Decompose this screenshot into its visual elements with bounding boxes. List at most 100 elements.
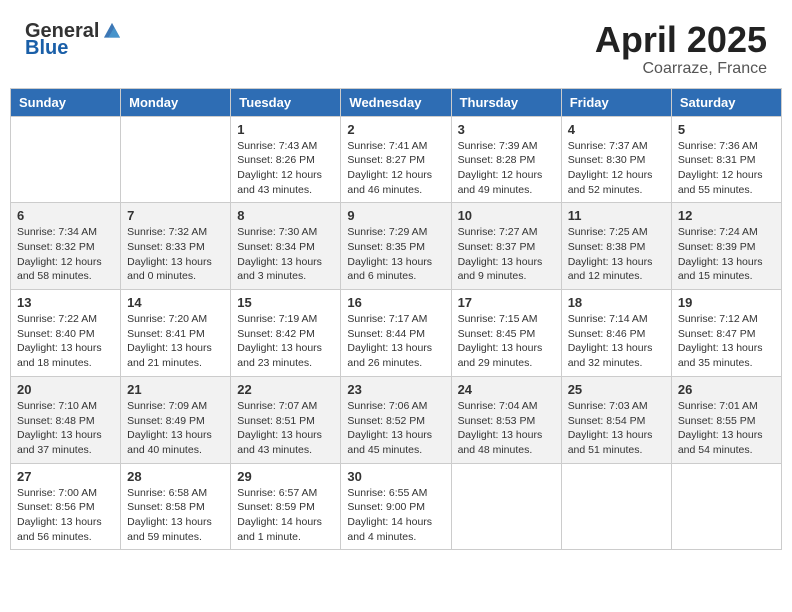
table-row: 5 Sunrise: 7:36 AM Sunset: 8:31 PM Daylig…: [671, 116, 781, 203]
table-row: 25 Sunrise: 7:03 AM Sunset: 8:54 PM Dayli…: [561, 376, 671, 463]
table-row: 22Sunrise: 7:07 AM Sunset: 8:51 PM Dayli…: [231, 376, 341, 463]
day-number: 4: [568, 122, 665, 137]
day-number: 27: [17, 469, 114, 484]
title-area: April 2025 Coarraze, France: [595, 20, 767, 78]
calendar-location: Coarraze, France: [595, 60, 767, 78]
table-row: [451, 463, 561, 550]
day-info: Sunrise: 7:15 AM Sunset: 8:45 PM Dayligh…: [458, 312, 555, 371]
day-info: Sunrise: 7:41 AM Sunset: 8:27 PM Dayligh…: [347, 139, 444, 198]
day-info: Sunrise: 7:43 AM Sunset: 8:26 PM Dayligh…: [237, 139, 334, 198]
day-number: 2: [347, 122, 444, 137]
day-number: 30: [347, 469, 444, 484]
day-number: 11: [568, 208, 665, 223]
week-row-1: 1 Sunrise: 7:43 AM Sunset: 8:26 PM Daylig…: [11, 116, 782, 203]
table-row: 4 Sunrise: 7:37 AM Sunset: 8:30 PM Daylig…: [561, 116, 671, 203]
header-saturday: Saturday: [671, 88, 781, 116]
week-row-4: 20 Sunrise: 7:10 AM Sunset: 8:48 PM Dayli…: [11, 376, 782, 463]
day-number: 29: [237, 469, 334, 484]
table-row: 17 Sunrise: 7:15 AM Sunset: 8:45 PM Dayli…: [451, 290, 561, 377]
week-row-5: 27 Sunrise: 7:00 AM Sunset: 8:56 PM Dayli…: [11, 463, 782, 550]
day-info: Sunrise: 7:24 AM Sunset: 8:39 PM Dayligh…: [678, 225, 775, 284]
header-tuesday: Tuesday: [231, 88, 341, 116]
day-info: Sunrise: 7:14 AM Sunset: 8:46 PM Dayligh…: [568, 312, 665, 371]
day-info: Sunrise: 7:00 AM Sunset: 8:56 PM Dayligh…: [17, 486, 114, 545]
table-row: [671, 463, 781, 550]
day-info: Sunrise: 7:30 AM Sunset: 8:34 PM Dayligh…: [237, 225, 334, 284]
day-number: 12: [678, 208, 775, 223]
day-info: Sunrise: 7:32 AM Sunset: 8:33 PM Dayligh…: [127, 225, 224, 284]
day-number: 1: [237, 122, 334, 137]
day-info: Sunrise: 7:37 AM Sunset: 8:30 PM Dayligh…: [568, 139, 665, 198]
table-row: 6 Sunrise: 7:34 AM Sunset: 8:32 PM Daylig…: [11, 203, 121, 290]
table-row: 14 Sunrise: 7:20 AM Sunset: 8:41 PM Dayli…: [121, 290, 231, 377]
table-row: 3 Sunrise: 7:39 AM Sunset: 8:28 PM Daylig…: [451, 116, 561, 203]
table-row: 24 Sunrise: 7:04 AM Sunset: 8:53 PM Dayli…: [451, 376, 561, 463]
day-number: 6: [17, 208, 114, 223]
day-number: 10: [458, 208, 555, 223]
day-number: 28: [127, 469, 224, 484]
logo: General Blue: [25, 20, 123, 58]
header-monday: Monday: [121, 88, 231, 116]
table-row: 11Sunrise: 7:25 AM Sunset: 8:38 PM Dayli…: [561, 203, 671, 290]
day-info: Sunrise: 7:06 AM Sunset: 8:52 PM Dayligh…: [347, 399, 444, 458]
logo-blue-text: Blue: [25, 38, 68, 58]
day-number: 14: [127, 295, 224, 310]
table-row: [121, 116, 231, 203]
table-row: 20 Sunrise: 7:10 AM Sunset: 8:48 PM Dayli…: [11, 376, 121, 463]
day-number: 3: [458, 122, 555, 137]
day-number: 24: [458, 382, 555, 397]
table-row: 7 Sunrise: 7:32 AM Sunset: 8:33 PM Daylig…: [121, 203, 231, 290]
table-row: 27 Sunrise: 7:00 AM Sunset: 8:56 PM Dayli…: [11, 463, 121, 550]
table-row: 18 Sunrise: 7:14 AM Sunset: 8:46 PM Dayli…: [561, 290, 671, 377]
day-number: 7: [127, 208, 224, 223]
day-number: 26: [678, 382, 775, 397]
day-number: 25: [568, 382, 665, 397]
day-info: Sunrise: 7:17 AM Sunset: 8:44 PM Dayligh…: [347, 312, 444, 371]
day-number: 20: [17, 382, 114, 397]
header-sunday: Sunday: [11, 88, 121, 116]
day-info: Sunrise: 7:36 AM Sunset: 8:31 PM Dayligh…: [678, 139, 775, 198]
day-number: 8: [237, 208, 334, 223]
table-row: 21Sunrise: 7:09 AM Sunset: 8:49 PM Dayli…: [121, 376, 231, 463]
header-friday: Friday: [561, 88, 671, 116]
day-number: 9: [347, 208, 444, 223]
day-info: Sunrise: 7:22 AM Sunset: 8:40 PM Dayligh…: [17, 312, 114, 371]
day-info: Sunrise: 7:20 AM Sunset: 8:41 PM Dayligh…: [127, 312, 224, 371]
calendar-header-row: Sunday Monday Tuesday Wednesday Thursday…: [11, 88, 782, 116]
day-info: Sunrise: 7:34 AM Sunset: 8:32 PM Dayligh…: [17, 225, 114, 284]
header-wednesday: Wednesday: [341, 88, 451, 116]
table-row: 15 Sunrise: 7:19 AM Sunset: 8:42 PM Dayli…: [231, 290, 341, 377]
calendar-table: Sunday Monday Tuesday Wednesday Thursday…: [10, 88, 782, 551]
day-number: 15: [237, 295, 334, 310]
table-row: 19 Sunrise: 7:12 AM Sunset: 8:47 PM Dayli…: [671, 290, 781, 377]
day-number: 5: [678, 122, 775, 137]
table-row: 10Sunrise: 7:27 AM Sunset: 8:37 PM Dayli…: [451, 203, 561, 290]
day-number: 21: [127, 382, 224, 397]
day-info: Sunrise: 7:07 AM Sunset: 8:51 PM Dayligh…: [237, 399, 334, 458]
week-row-3: 13 Sunrise: 7:22 AM Sunset: 8:40 PM Dayli…: [11, 290, 782, 377]
day-number: 17: [458, 295, 555, 310]
day-info: Sunrise: 7:39 AM Sunset: 8:28 PM Dayligh…: [458, 139, 555, 198]
day-number: 19: [678, 295, 775, 310]
day-info: Sunrise: 7:12 AM Sunset: 8:47 PM Dayligh…: [678, 312, 775, 371]
table-row: [561, 463, 671, 550]
table-row: 16 Sunrise: 7:17 AM Sunset: 8:44 PM Dayli…: [341, 290, 451, 377]
table-row: 9 Sunrise: 7:29 AM Sunset: 8:35 PM Daylig…: [341, 203, 451, 290]
day-number: 16: [347, 295, 444, 310]
table-row: 12 Sunrise: 7:24 AM Sunset: 8:39 PM Dayli…: [671, 203, 781, 290]
day-info: Sunrise: 7:19 AM Sunset: 8:42 PM Dayligh…: [237, 312, 334, 371]
calendar-title: April 2025: [595, 20, 767, 60]
day-number: 23: [347, 382, 444, 397]
page-header: General Blue April 2025 Coarraze, France: [10, 10, 782, 83]
day-info: Sunrise: 7:10 AM Sunset: 8:48 PM Dayligh…: [17, 399, 114, 458]
day-number: 13: [17, 295, 114, 310]
table-row: [11, 116, 121, 203]
table-row: 23 Sunrise: 7:06 AM Sunset: 8:52 PM Dayli…: [341, 376, 451, 463]
day-info: Sunrise: 7:04 AM Sunset: 8:53 PM Dayligh…: [458, 399, 555, 458]
day-info: Sunrise: 7:03 AM Sunset: 8:54 PM Dayligh…: [568, 399, 665, 458]
table-row: 2 Sunrise: 7:41 AM Sunset: 8:27 PM Daylig…: [341, 116, 451, 203]
day-info: Sunrise: 6:57 AM Sunset: 8:59 PM Dayligh…: [237, 486, 334, 545]
day-number: 18: [568, 295, 665, 310]
table-row: 30Sunrise: 6:55 AM Sunset: 9:00 PM Dayli…: [341, 463, 451, 550]
day-info: Sunrise: 7:29 AM Sunset: 8:35 PM Dayligh…: [347, 225, 444, 284]
